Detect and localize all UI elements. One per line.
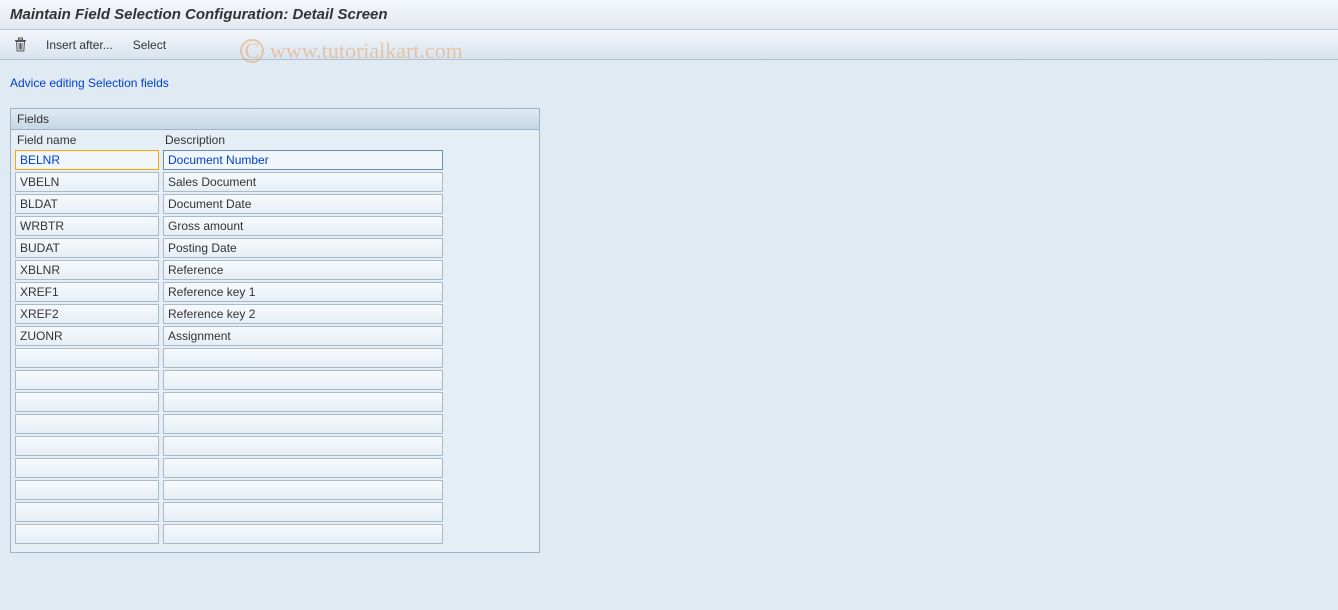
table-row[interactable]: BELNRDocument Number — [15, 150, 535, 170]
table-row[interactable]: XBLNRReference — [15, 260, 535, 280]
toolbar: Insert after... Select — [0, 30, 1338, 60]
trash-icon — [14, 37, 27, 52]
table-row[interactable]: XREF2Reference key 2 — [15, 304, 535, 324]
field-name-cell[interactable] — [15, 480, 159, 500]
table-row[interactable]: XREF1Reference key 1 — [15, 282, 535, 302]
table-row[interactable] — [15, 502, 535, 522]
table-row[interactable]: WRBTRGross amount — [15, 216, 535, 236]
field-name-cell[interactable]: XBLNR — [15, 260, 159, 280]
page-title: Maintain Field Selection Configuration: … — [10, 6, 388, 23]
field-name-cell[interactable]: XREF1 — [15, 282, 159, 302]
field-description-cell[interactable] — [163, 370, 443, 390]
table-row[interactable]: ZUONRAssignment — [15, 326, 535, 346]
table-row[interactable] — [15, 414, 535, 434]
field-description-cell[interactable] — [163, 436, 443, 456]
field-description-cell[interactable]: Reference key 1 — [163, 282, 443, 302]
field-name-cell[interactable] — [15, 370, 159, 390]
field-description-cell[interactable] — [163, 414, 443, 434]
table-row[interactable] — [15, 480, 535, 500]
field-name-cell[interactable] — [15, 392, 159, 412]
table-row[interactable] — [15, 370, 535, 390]
field-description-cell[interactable]: Reference key 2 — [163, 304, 443, 324]
column-header-description: Description — [163, 133, 535, 147]
table-row[interactable]: BLDATDocument Date — [15, 194, 535, 214]
select-button[interactable]: Select — [129, 36, 170, 54]
title-bar: Maintain Field Selection Configuration: … — [0, 0, 1338, 30]
table-row[interactable] — [15, 348, 535, 368]
field-name-cell[interactable] — [15, 348, 159, 368]
grid-header-row: Field name Description — [11, 130, 539, 150]
field-description-cell[interactable] — [163, 348, 443, 368]
field-description-cell[interactable]: Posting Date — [163, 238, 443, 258]
field-name-cell[interactable] — [15, 414, 159, 434]
fields-panel: Fields Field name Description BELNRDocum… — [10, 108, 540, 553]
content-area: Advice editing Selection fields Fields F… — [0, 60, 1338, 563]
field-name-cell[interactable] — [15, 436, 159, 456]
subheading: Advice editing Selection fields — [10, 76, 1328, 90]
field-description-cell[interactable]: Document Number — [163, 150, 443, 170]
field-name-cell[interactable]: VBELN — [15, 172, 159, 192]
field-name-cell[interactable] — [15, 458, 159, 478]
field-name-cell[interactable] — [15, 502, 159, 522]
table-row[interactable]: BUDATPosting Date — [15, 238, 535, 258]
field-description-cell[interactable] — [163, 392, 443, 412]
column-header-name: Field name — [15, 133, 163, 147]
field-name-cell[interactable]: BLDAT — [15, 194, 159, 214]
table-row[interactable]: VBELNSales Document — [15, 172, 535, 192]
field-name-cell[interactable] — [15, 524, 159, 544]
grid-body: BELNRDocument NumberVBELNSales DocumentB… — [11, 150, 539, 548]
field-description-cell[interactable]: Gross amount — [163, 216, 443, 236]
field-name-cell[interactable]: ZUONR — [15, 326, 159, 346]
field-description-cell[interactable]: Reference — [163, 260, 443, 280]
field-description-cell[interactable]: Document Date — [163, 194, 443, 214]
delete-button[interactable] — [10, 35, 30, 55]
field-name-cell[interactable]: BUDAT — [15, 238, 159, 258]
field-description-cell[interactable]: Assignment — [163, 326, 443, 346]
table-row[interactable] — [15, 524, 535, 544]
insert-after-button[interactable]: Insert after... — [42, 36, 117, 54]
field-name-cell[interactable]: XREF2 — [15, 304, 159, 324]
field-description-cell[interactable] — [163, 480, 443, 500]
table-row[interactable] — [15, 436, 535, 456]
field-name-cell[interactable]: WRBTR — [15, 216, 159, 236]
table-row[interactable] — [15, 392, 535, 412]
panel-title: Fields — [11, 109, 539, 130]
field-description-cell[interactable] — [163, 502, 443, 522]
field-name-cell[interactable]: BELNR — [15, 150, 159, 170]
field-description-cell[interactable] — [163, 524, 443, 544]
field-description-cell[interactable] — [163, 458, 443, 478]
table-row[interactable] — [15, 458, 535, 478]
field-description-cell[interactable]: Sales Document — [163, 172, 443, 192]
